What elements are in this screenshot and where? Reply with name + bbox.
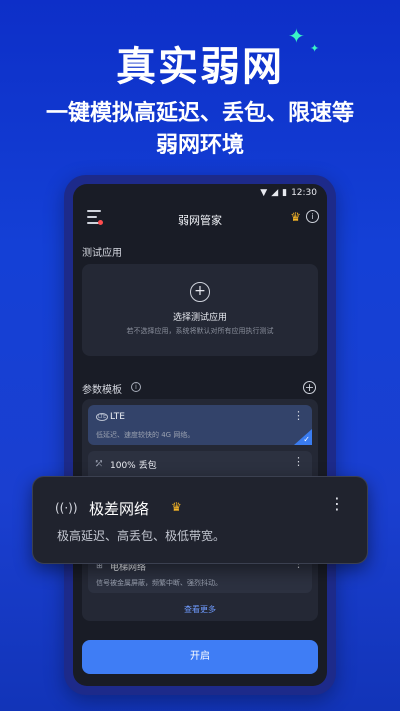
sparkle-icon: ✦ xyxy=(288,24,305,48)
select-app-card[interactable]: + 选择测试应用 若不选择应用，系统将默认对所有应用执行测试 xyxy=(82,264,318,356)
signal-icon: ◢ xyxy=(271,188,279,198)
phone-frame: ▼ ◢ ▮ 12:30 弱网管家 ♛ i 测试应用 + 选择测试应用 若不选择应… xyxy=(64,175,336,695)
app-bar: 弱网管家 ♛ i xyxy=(73,204,327,234)
hero-subtitle: 一键模拟高延迟、丢包、限速等 弱网环境 xyxy=(0,98,400,162)
popup-title: 极差网络 xyxy=(89,500,150,518)
template-desc: 信号被金属屏蔽，频繁中断、强烈抖动。 xyxy=(96,579,222,587)
select-app-desc: 若不选择应用，系统将默认对所有应用执行测试 xyxy=(126,327,274,335)
lte-icon: LTE xyxy=(96,413,109,421)
select-app-label: 选择测试应用 xyxy=(172,313,227,323)
crown-icon: ♛ xyxy=(171,500,182,514)
info-icon[interactable]: i xyxy=(306,210,319,223)
param-template-label: 参数模板 xyxy=(82,385,122,396)
more-icon[interactable]: ⋮ xyxy=(293,456,304,467)
see-more-link[interactable]: 查看更多 xyxy=(82,604,318,615)
app-screen: ▼ ◢ ▮ 12:30 弱网管家 ♛ i 测试应用 + 选择测试应用 若不选择应… xyxy=(73,184,327,686)
broadcast-icon: ((·)) xyxy=(55,501,78,515)
battery-icon: ▮ xyxy=(282,188,288,198)
packet-loss-icon: ⤱ xyxy=(96,459,103,468)
more-icon[interactable]: ⋮ xyxy=(293,410,304,421)
check-icon: ✓ xyxy=(303,435,310,444)
template-desc: 低延迟、速度较快的 4G 网络。 xyxy=(96,431,195,439)
add-app-button[interactable]: + xyxy=(190,282,210,302)
test-app-label: 测试应用 xyxy=(82,248,122,259)
hero-subtitle-line1: 一键模拟高延迟、丢包、限速等 xyxy=(45,101,354,126)
app-title: 弱网管家 xyxy=(178,214,222,227)
start-button[interactable]: 开启 xyxy=(82,640,318,674)
add-template-icon[interactable]: + xyxy=(303,381,316,394)
status-time: 12:30 xyxy=(291,188,317,198)
param-template-header: 参数模板 i + xyxy=(82,381,318,396)
template-item-lte[interactable]: LTE LTE 低延迟、速度较快的 4G 网络。 ⋮ ✓ xyxy=(88,405,312,445)
template-name: LTE xyxy=(110,412,125,422)
template-name: 100% 丢包 xyxy=(110,461,157,471)
sparkle-small-icon: ✦ xyxy=(310,42,320,55)
hero-title: 真实弱网 xyxy=(116,44,284,90)
hero-subtitle-line2: 弱网环境 xyxy=(155,133,244,158)
param-info-icon[interactable]: i xyxy=(131,382,141,392)
popup-desc: 极高延迟、高丢包、极低带宽。 xyxy=(57,529,226,543)
more-icon[interactable]: ⋮ xyxy=(329,496,345,512)
template-popup-card[interactable]: ((·)) 极差网络 ♛ 极高延迟、高丢包、极低带宽。 ⋮ xyxy=(32,476,368,564)
status-bar: ▼ ◢ ▮ 12:30 xyxy=(260,188,317,198)
crown-icon[interactable]: ♛ xyxy=(290,210,301,224)
wifi-icon: ▼ xyxy=(260,188,268,198)
